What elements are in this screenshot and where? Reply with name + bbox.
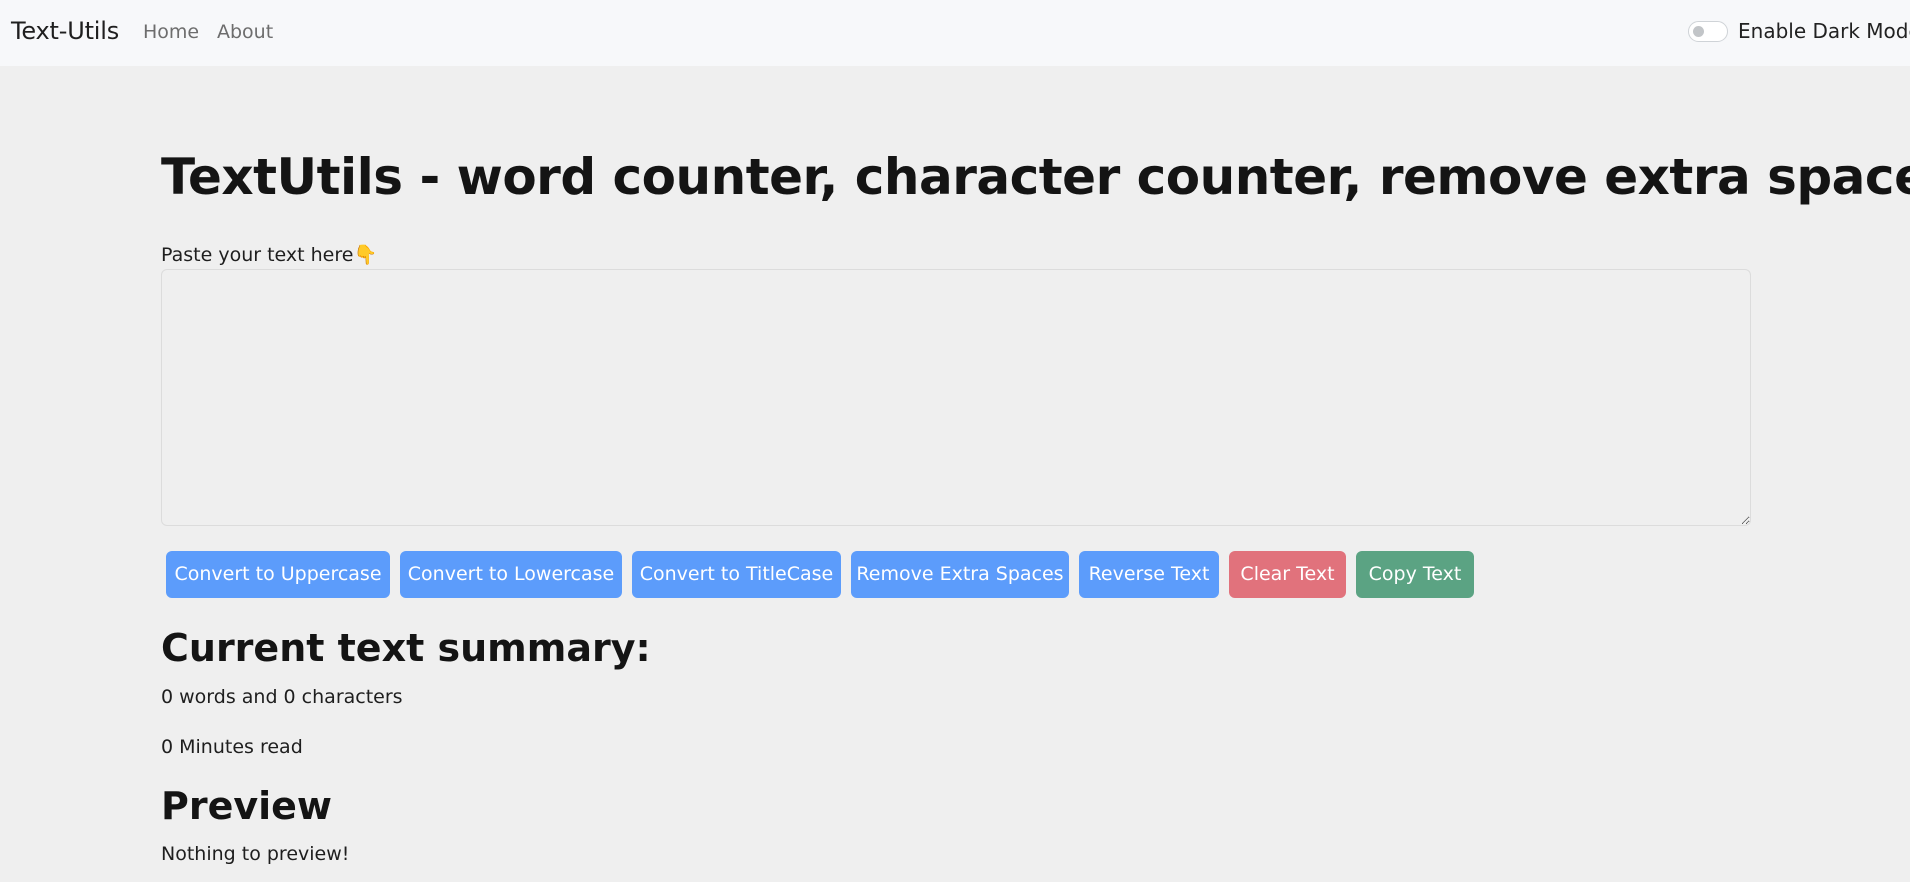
- brand-logo[interactable]: Text-Utils: [11, 17, 119, 45]
- reading-time: 0 Minutes read: [161, 736, 303, 758]
- dark-mode-toggle-group: Enable Dark Mode: [1688, 19, 1910, 43]
- dark-mode-label[interactable]: Enable Dark Mode: [1738, 19, 1910, 43]
- summary-heading: Current text summary:: [161, 626, 651, 670]
- nav-link-home[interactable]: Home: [143, 21, 199, 43]
- copy-text-button[interactable]: Copy Text: [1356, 551, 1474, 598]
- switch-knob: [1693, 25, 1704, 37]
- paste-label: Paste your text here👇: [161, 244, 378, 266]
- lowercase-button[interactable]: Convert to Lowercase: [400, 551, 622, 598]
- text-input-area[interactable]: [161, 269, 1751, 526]
- nav-link-about[interactable]: About: [217, 21, 273, 43]
- uppercase-button[interactable]: Convert to Uppercase: [166, 551, 390, 598]
- preview-heading: Preview: [161, 784, 333, 828]
- word-char-count: 0 words and 0 characters: [161, 686, 403, 708]
- titlecase-button[interactable]: Convert to TitleCase: [632, 551, 841, 598]
- clear-text-button[interactable]: Clear Text: [1229, 551, 1346, 598]
- navbar: Text-Utils Home About Enable Dark Mode: [0, 0, 1910, 66]
- page-title: TextUtils - word counter, character coun…: [161, 148, 1910, 206]
- remove-extra-spaces-button[interactable]: Remove Extra Spaces: [851, 551, 1069, 598]
- reverse-text-button[interactable]: Reverse Text: [1079, 551, 1219, 598]
- dark-mode-switch[interactable]: [1688, 20, 1728, 42]
- preview-text: Nothing to preview!: [161, 843, 350, 865]
